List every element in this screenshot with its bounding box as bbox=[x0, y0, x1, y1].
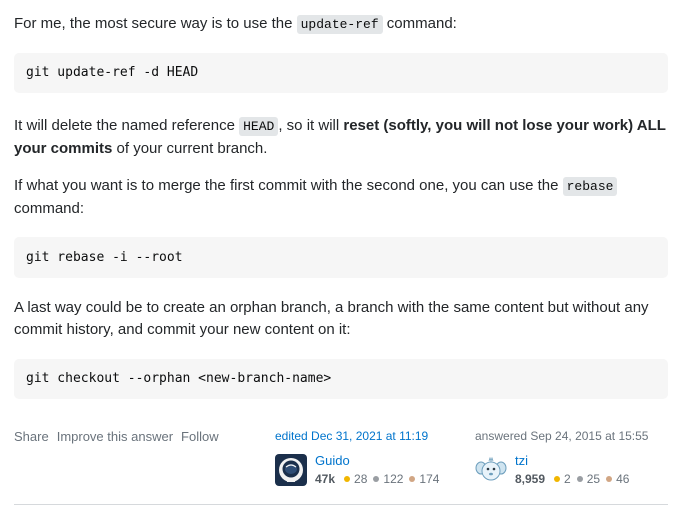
editor-name-link[interactable]: Guido bbox=[315, 452, 439, 469]
text: It will delete the named reference bbox=[14, 117, 240, 134]
silver-badge-count: 25 bbox=[586, 472, 601, 486]
share-link[interactable]: Share bbox=[14, 426, 49, 448]
code-text: git checkout --orphan <new-branch-name> bbox=[26, 371, 332, 386]
text: command: bbox=[382, 15, 457, 32]
paragraph-secure-way: For me, the most secure way is to use th… bbox=[14, 13, 674, 36]
bronze-badge-icon bbox=[606, 476, 613, 482]
silver-badge-icon bbox=[373, 476, 380, 482]
text: of your current branch. bbox=[112, 140, 268, 157]
post-menu: Share Improve this answer Follow bbox=[14, 426, 219, 448]
gold-badge-count: 28 bbox=[354, 472, 368, 486]
inline-code-head: HEAD bbox=[239, 117, 279, 136]
edited-timestamp-link[interactable]: edited Dec 31, 2021 at 11:19 bbox=[275, 428, 439, 444]
silver-badge-count: 122 bbox=[383, 472, 404, 486]
bronze-badge-count: 46 bbox=[616, 472, 630, 486]
creature-avatar-icon bbox=[475, 453, 507, 486]
author-avatar[interactable] bbox=[475, 453, 507, 486]
code-text: git update-ref -d HEAD bbox=[26, 65, 199, 80]
code-text: git rebase -i --root bbox=[26, 249, 183, 265]
code-block-rebase: git rebase -i --root bbox=[14, 237, 668, 278]
text: For me, the most secure way is to use th… bbox=[14, 15, 297, 32]
text: , so it will bbox=[278, 117, 344, 134]
editor-user-card: Guido 47k 28 122 174 bbox=[275, 452, 439, 487]
bronze-badge-icon bbox=[409, 476, 416, 482]
bronze-badge-count: 174 bbox=[419, 472, 440, 486]
editor-stats: 47k 28 122 174 bbox=[315, 471, 439, 487]
editor-signature: edited Dec 31, 2021 at 11:19 Guido 47k 2… bbox=[275, 428, 439, 487]
editor-reputation: 47k bbox=[315, 472, 336, 486]
answer-post: For me, the most secure way is to use th… bbox=[0, 0, 696, 506]
improve-answer-link[interactable]: Improve this answer bbox=[57, 426, 173, 448]
author-signature: answered Sep 24, 2015 at 15:55 tzi 8,959 bbox=[475, 428, 648, 487]
follow-link[interactable]: Follow bbox=[181, 426, 219, 448]
paragraph-merge-commits: If what you want is to merge the first c… bbox=[14, 175, 674, 220]
text: If what you want is to merge the first c… bbox=[14, 177, 563, 194]
author-stats: 8,959 2 25 46 bbox=[515, 471, 629, 487]
astronaut-avatar-icon bbox=[275, 453, 307, 486]
code-block-update-ref: git update-ref -d HEAD bbox=[14, 53, 668, 93]
paragraph-orphan-branch: A last way could be to create an orphan … bbox=[14, 299, 649, 338]
text: command: bbox=[14, 200, 85, 217]
inline-code-rebase: rebase bbox=[562, 177, 618, 196]
gold-badge-icon bbox=[344, 476, 351, 482]
answered-timestamp: answered Sep 24, 2015 at 15:55 bbox=[475, 429, 649, 443]
paragraph-delete-reference: It will delete the named reference HEAD,… bbox=[14, 115, 674, 160]
code-block-checkout-orphan: git checkout --orphan <new-branch-name> bbox=[14, 359, 668, 399]
gold-badge-count: 2 bbox=[564, 472, 571, 486]
author-name-link[interactable]: tzi bbox=[515, 452, 629, 469]
editor-avatar[interactable] bbox=[275, 453, 307, 486]
gold-badge-icon bbox=[554, 476, 561, 482]
answer-divider bbox=[14, 504, 668, 505]
inline-code-update-ref: update-ref bbox=[296, 15, 383, 34]
silver-badge-icon bbox=[576, 476, 583, 482]
author-reputation: 8,959 bbox=[515, 472, 546, 486]
author-user-card: tzi 8,959 2 25 46 bbox=[475, 452, 648, 487]
